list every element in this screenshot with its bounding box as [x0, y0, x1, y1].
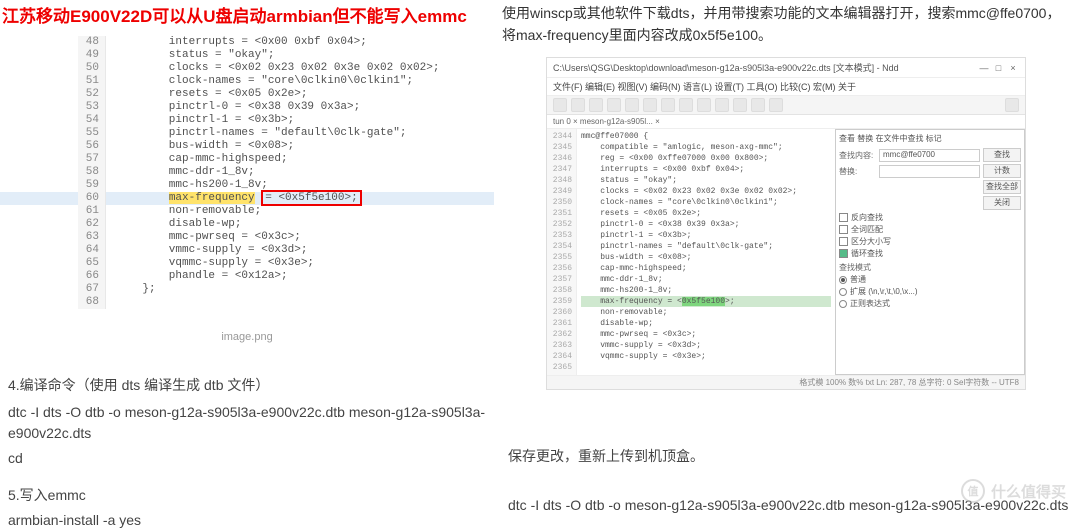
checkbox-case[interactable]	[839, 237, 848, 246]
find-input[interactable]: mmc@ffe0700	[879, 149, 980, 162]
minimize-icon[interactable]: —	[978, 63, 990, 73]
radio-normal[interactable]	[839, 276, 847, 284]
editor-statusbar: 格式模 100% 数% txt Ln: 287, 78 总字符: 0 Sel字符…	[547, 375, 1025, 389]
toolbar-button[interactable]	[679, 98, 693, 112]
toolbar-button[interactable]	[589, 98, 603, 112]
toolbar-button[interactable]	[553, 98, 567, 112]
radio-ext[interactable]	[839, 288, 847, 296]
count-button[interactable]: 计数	[983, 164, 1021, 178]
radio-regex-label: 正则表达式	[850, 298, 890, 309]
checkbox-wholeword[interactable]	[839, 225, 848, 234]
save-reupload-text: 保存更改，重新上传到机顶盒。	[508, 446, 1075, 467]
watermark: 值 什么值得买	[961, 479, 1066, 503]
toolbar-button[interactable]	[1005, 98, 1019, 112]
radio-ext-label: 扩展 (\n,\r,\t,\0,\x...)	[850, 286, 918, 297]
editor-titlebar: C:\Users\QSG\Desktop\download\meson-g12a…	[547, 58, 1025, 78]
checkbox-wrap[interactable]	[839, 249, 848, 258]
editor-menubar[interactable]: 文件(F) 编辑(E) 视图(V) 编码(N) 语言(L) 设置(T) 工具(O…	[547, 78, 1025, 96]
maximize-icon[interactable]: □	[992, 63, 1004, 73]
toolbar-button[interactable]	[751, 98, 765, 112]
dts-code-snippet: 48 interrupts = <0x00 0xbf 0x04>;49 stat…	[0, 31, 494, 309]
toolbar-button[interactable]	[769, 98, 783, 112]
left-column: 江苏移动E900V22D可以从U盘启动armbian但不能写入emmc 48 i…	[0, 0, 494, 531]
editor-gutter: 2344 2345 2346 2347 2348 2349 2350 2351 …	[547, 129, 577, 375]
editor-toolbar	[547, 96, 1025, 115]
checkbox-backward[interactable]	[839, 213, 848, 222]
cd-command: cd	[8, 448, 494, 469]
findall-button[interactable]: 查找全部	[983, 180, 1021, 194]
image-caption: image.png	[0, 331, 494, 343]
toolbar-button[interactable]	[715, 98, 729, 112]
find-button[interactable]: 查找	[983, 148, 1021, 162]
step5-label: 5.写入emmc	[8, 485, 494, 506]
radio-normal-label: 普通	[850, 274, 866, 285]
compile-command: dtc -I dts -O dtb -o meson-g12a-s905l3a-…	[8, 402, 494, 444]
radio-regex[interactable]	[839, 300, 847, 308]
editor-code[interactable]: mmc@ffe07000 { compatible = "amlogic, me…	[577, 129, 835, 375]
close-icon[interactable]: ×	[1007, 63, 1019, 73]
mode-label: 查找模式	[839, 262, 1021, 273]
toolbar-button[interactable]	[661, 98, 675, 112]
close-button[interactable]: 关闭	[983, 196, 1021, 210]
toolbar-button[interactable]	[643, 98, 657, 112]
chk-backward-label: 反向查找	[851, 212, 883, 223]
install-command: armbian-install -a yes	[8, 510, 494, 531]
right-instruction: 使用winscp或其他软件下载dts，并用带搜索功能的文本编辑器打开，搜索mmc…	[500, 0, 1075, 52]
watermark-logo-icon: 值	[961, 479, 985, 503]
toolbar-button[interactable]	[697, 98, 711, 112]
right-column: 使用winscp或其他软件下载dts，并用带搜索功能的文本编辑器打开，搜索mmc…	[500, 0, 1075, 516]
editor-title-text: C:\Users\QSG\Desktop\download\meson-g12a…	[553, 61, 899, 74]
replace-input[interactable]	[879, 165, 980, 178]
page-title: 江苏移动E900V22D可以从U盘启动armbian但不能写入emmc	[0, 0, 494, 31]
toolbar-button[interactable]	[607, 98, 621, 112]
window-controls: — □ ×	[978, 63, 1019, 73]
find-panel-tabs[interactable]: 查看 替换 在文件中查找 标记	[839, 133, 1021, 146]
editor-window: C:\Users\QSG\Desktop\download\meson-g12a…	[546, 57, 1026, 390]
replace-label: 替换:	[839, 166, 879, 177]
toolbar-button[interactable]	[733, 98, 747, 112]
chk-wrap-label: 循环查找	[851, 248, 883, 259]
toolbar-button[interactable]	[625, 98, 639, 112]
chk-wholeword-label: 全词匹配	[851, 224, 883, 235]
chk-case-label: 区分大小写	[851, 236, 891, 247]
editor-tabs[interactable]: tun 0 × meson-g12a-s905l... ×	[547, 115, 1025, 129]
editor-body: 2344 2345 2346 2347 2348 2349 2350 2351 …	[547, 129, 1025, 375]
step4-label: 4.编译命令（使用 dts 编译生成 dtb 文件）	[8, 375, 494, 396]
find-replace-panel: 查看 替换 在文件中查找 标记 查找内容: mmc@ffe0700 查找 替换:…	[835, 129, 1025, 375]
toolbar-button[interactable]	[571, 98, 585, 112]
watermark-text: 什么值得买	[991, 481, 1066, 502]
find-label: 查找内容:	[839, 150, 879, 161]
